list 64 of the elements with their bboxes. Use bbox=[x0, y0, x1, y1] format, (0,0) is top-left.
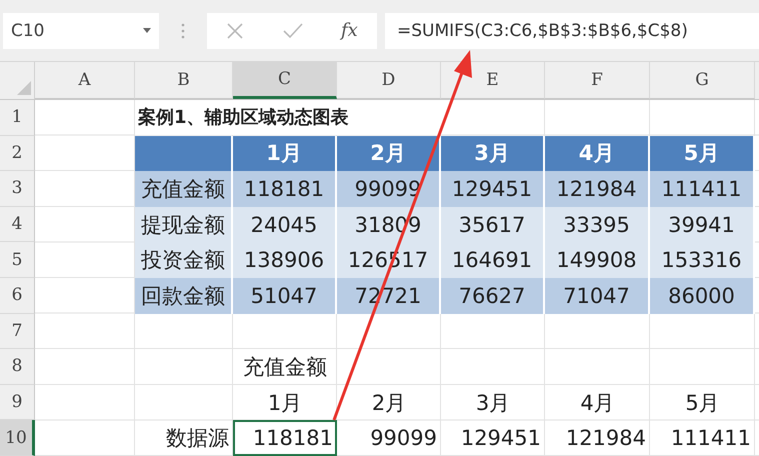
row-header[interactable]: 5 bbox=[0, 242, 35, 278]
table-cell: 35617 bbox=[441, 206, 545, 242]
check-icon[interactable] bbox=[282, 22, 303, 38]
row-header[interactable]: 3 bbox=[0, 171, 35, 207]
table-cell: 33395 bbox=[545, 206, 650, 242]
table-cell: 118181 bbox=[233, 171, 337, 207]
table-cell-text: 5月 bbox=[684, 390, 721, 417]
table-cell-text: 99099 bbox=[369, 425, 438, 452]
row-header[interactable]: 6 bbox=[0, 278, 35, 314]
select-all-icon[interactable] bbox=[17, 81, 31, 95]
column-header[interactable]: C bbox=[233, 62, 337, 99]
table-cell: 129451 bbox=[441, 171, 545, 207]
table-cell: 86000 bbox=[650, 278, 755, 314]
table-cell: 案例1、辅助区域动态图表 bbox=[135, 100, 441, 135]
table-cell: 138906 bbox=[233, 242, 337, 278]
column-header[interactable]: A bbox=[35, 62, 135, 99]
row-header[interactable]: 1 bbox=[0, 100, 35, 136]
table-cell: 2月 bbox=[337, 136, 441, 172]
table-cell-text: 111411 bbox=[670, 425, 752, 452]
caret-icon[interactable] bbox=[143, 28, 151, 33]
table-cell-text: 121984 bbox=[564, 425, 647, 452]
column-header[interactable]: E bbox=[441, 62, 545, 99]
table-cell: 5月 bbox=[650, 136, 755, 172]
table-cell-text: 充值金额 bbox=[242, 354, 328, 381]
cancel-icon[interactable] bbox=[226, 22, 244, 40]
table-cell: 4月 bbox=[545, 136, 650, 172]
row-header[interactable]: 10 bbox=[0, 420, 35, 456]
table-cell: 71047 bbox=[545, 278, 650, 314]
table-cell: 投资金额 bbox=[135, 242, 233, 278]
row-header[interactable]: 2 bbox=[0, 136, 35, 172]
table-cell: 51047 bbox=[233, 278, 337, 314]
table-cell-text: 3月 bbox=[474, 390, 512, 417]
table-cell-text: 数据源 bbox=[165, 425, 230, 452]
table-cell: 提现金额 bbox=[135, 206, 233, 242]
cell-reference: C10 bbox=[11, 20, 45, 40]
row-header[interactable]: 9 bbox=[0, 384, 35, 420]
table-cell: 3月 bbox=[441, 136, 545, 172]
grip-icon bbox=[181, 22, 185, 38]
row-header[interactable]: 7 bbox=[0, 314, 35, 350]
row-header[interactable]: 8 bbox=[0, 349, 35, 385]
table-cell-text: 1月 bbox=[266, 390, 304, 417]
table-cell: 回款金额 bbox=[135, 278, 233, 314]
table-cell: 39941 bbox=[650, 206, 755, 242]
table-cell: 153316 bbox=[650, 242, 755, 278]
table-cell: 164691 bbox=[441, 242, 545, 278]
name-box[interactable]: C10 bbox=[3, 12, 159, 48]
table-cell: 118181 bbox=[233, 420, 337, 456]
column-header[interactable]: B bbox=[135, 62, 233, 99]
table-cell-text: 4月 bbox=[579, 390, 616, 417]
insert-function-button[interactable]: fx bbox=[340, 20, 358, 41]
column-header[interactable]: F bbox=[545, 62, 650, 99]
column-header[interactable]: G bbox=[650, 62, 755, 99]
table-cell: 充值金额 bbox=[135, 171, 233, 207]
table-cell: 111411 bbox=[650, 171, 755, 207]
table-cell: 121984 bbox=[545, 171, 650, 207]
table-cell-text: 2月 bbox=[370, 390, 408, 417]
table-cell: 24045 bbox=[233, 206, 337, 242]
table-cell: 1月 bbox=[233, 136, 337, 172]
table-cell-text: 129451 bbox=[460, 425, 542, 452]
column-header[interactable]: D bbox=[337, 62, 441, 99]
table-cell: 76627 bbox=[441, 278, 545, 314]
row-header[interactable]: 4 bbox=[0, 206, 35, 242]
table-cell: 149908 bbox=[545, 242, 650, 278]
formula-field[interactable]: =SUMIFS(C3:C6,$B$3:$B$6,$C$8) bbox=[385, 12, 759, 48]
